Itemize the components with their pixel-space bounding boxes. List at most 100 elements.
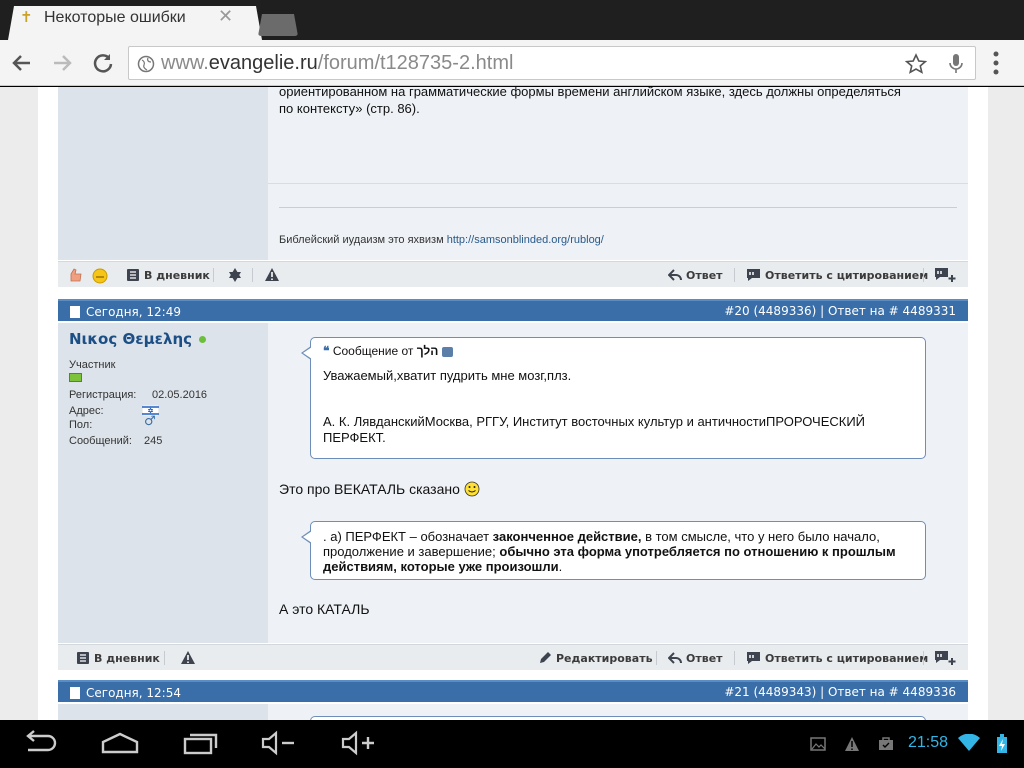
post19-reply-quote-label: Ответить с цитированием [765,268,929,282]
warning-notification-icon [845,737,859,751]
reputation-icon [69,373,82,382]
close-tab-icon[interactable]: ✕ [218,6,233,27]
pencil-icon [540,652,551,663]
quote1-line2: А. К. ЛявданскийМосква, РГГУ, Институт в… [323,414,866,429]
back-button[interactable] [8,50,34,76]
post19-diary-button[interactable]: В дневник [126,268,210,282]
signature-text: Библейский иудаизм это яхвизм [279,234,444,246]
quote1-header: ❝ Сообщение от הלך [323,344,453,358]
quote2-part-c: в том смысле, что у него было начало, [641,529,880,544]
post20-reply-quote-button[interactable]: Ответить с цитированием [746,651,928,665]
post20-reg-label: Регистрация: [69,389,137,401]
wifi-icon [958,734,980,751]
view-post-icon[interactable] [441,346,453,357]
reply-arrow-icon [668,269,682,281]
post21-reply-to-link[interactable]: Ответ на # 4489336 [828,685,956,699]
separator [923,268,924,282]
separator [734,651,735,665]
post20-reply-quote-label: Ответить с цитированием [765,651,929,665]
thanks-hand-icon[interactable] [68,267,84,283]
post19-content: ориентированном на грамматические формы … [268,87,968,260]
post20-text1-body: Это про ВЕКАТАЛЬ сказано [279,481,460,497]
post20-text1: Это про ВЕКАТАЛЬ сказано [279,481,480,497]
separator [734,268,735,282]
bookmark-star-icon[interactable] [905,53,927,75]
address-bar[interactable]: www.evangelie.ru/forum/t128735-2.html [128,46,976,80]
post19-action-bar: В дневник Ответ Ответить с цитированием [58,261,968,287]
back-nav-icon[interactable] [22,730,58,756]
reload-icon [93,54,113,73]
post20-reply-button[interactable]: Ответ [668,651,723,665]
web-page: ориентированном на грамматические формы … [0,87,1024,720]
briefcase-notification-icon [879,737,893,750]
gallery-notification-icon [810,737,826,751]
new-tab-button[interactable] [258,14,298,36]
battery-charging-icon [997,734,1007,753]
post20-ref-link[interactable]: #20 (4489336) [724,304,816,318]
post20-gender-label: Пол: [69,419,93,431]
report-warning-icon[interactable] [264,267,280,282]
quote2-line3: действиям, которые уже произошли. [323,559,562,575]
home-nav-icon[interactable] [100,730,140,756]
post20-header-right: #20 (4489336) | Ответ на # 4489331 [724,304,956,318]
quote2-part-b: законченное действие, [492,529,642,544]
volume-down-icon[interactable] [260,730,298,756]
quote1-prefix: Сообщение от [332,344,414,358]
post20-reg-value: 02.05.2016 [152,389,208,401]
post20-diary-button[interactable]: В дневник [76,651,160,665]
quote2-line1: . а) ПЕРФЕКТ – обозначает законченное де… [323,529,880,545]
microphone-icon[interactable] [949,53,963,75]
quote2-part-a: . а) ПЕРФЕКТ – обозначает [323,529,493,544]
multi-quote-plus-icon[interactable] [934,650,956,666]
quote2-part-d: продолжение и завершение; [323,544,500,559]
smile-face-icon[interactable] [92,268,108,284]
browser-toolbar: www.evangelie.ru/forum/t128735-2.html [0,40,1024,86]
post20-username[interactable]: Νικος Θεμελης [69,330,207,348]
diary-book-icon [127,269,139,281]
post20-rank: Участник [69,359,116,371]
post21-ref-link[interactable]: #21 (4489343) [724,685,816,699]
post20-diary-label: В дневник [94,651,160,665]
star-of-david-icon[interactable] [227,267,243,283]
separator [923,651,924,665]
report-warning-icon[interactable] [180,650,196,665]
back-arrow-icon [12,55,30,71]
tab-title: Некоторые ошибки [44,9,186,26]
forward-arrow-icon [54,55,72,71]
signature-link[interactable]: http://samsonblinded.org/rublog/ [447,234,604,246]
post19-reply-button[interactable]: Ответ [668,268,723,282]
signature-divider [279,207,957,208]
quote-marks-icon: ❝ [323,344,330,358]
globe-icon [137,55,155,73]
post20-edit-button[interactable]: Редактировать [538,651,653,665]
post20-text2: А это КАТАЛЬ [279,601,370,617]
forum-container: ориентированном на грамматические формы … [38,87,988,720]
quote-bubble-icon [747,652,760,664]
separator [656,651,657,665]
url-host: evangelie.ru [208,52,318,74]
post20-reply-to-link[interactable]: Ответ на # 4489331 [828,304,956,318]
post19-reply-quote-button[interactable]: Ответить с цитированием [746,268,928,282]
multi-quote-plus-icon[interactable] [934,267,956,283]
volume-up-icon[interactable] [340,730,378,756]
post20-username-text: Νικος Θεμελης [69,330,193,348]
signature: Библейский иудаизм это яхвизм http://sam… [279,234,604,246]
url-prefix: www. [161,52,209,74]
post20-action-bar: В дневник Редактировать Ответ Ответить с… [58,644,968,670]
post20-address-label: Адрес: [69,405,104,417]
cross-favicon-icon: ✝ [20,8,33,26]
quote-box-1: ❝ Сообщение от הלך Уважаемый,хватит пудр… [301,337,926,459]
male-gender-icon: ♂ [144,414,156,429]
reload-button[interactable] [90,50,116,76]
quote2-part-e: обычно эта форма употребляется по отноше… [499,544,896,559]
overflow-menu-icon[interactable] [992,50,1000,76]
post19-user-panel [58,87,268,260]
url-path: /forum/t128735-2.html [317,52,514,74]
screen: ✝ Некоторые ошибки ✕ www.evangelie.ru/fo… [0,0,1024,768]
quote2-part-f: действиям, которые уже произошли [323,559,559,574]
post21-content [268,704,968,720]
forward-button[interactable] [50,50,76,76]
reply-arrow-icon [668,652,682,664]
system-nav-bar: 21:58 [0,720,1024,768]
recent-apps-icon[interactable] [182,730,220,756]
